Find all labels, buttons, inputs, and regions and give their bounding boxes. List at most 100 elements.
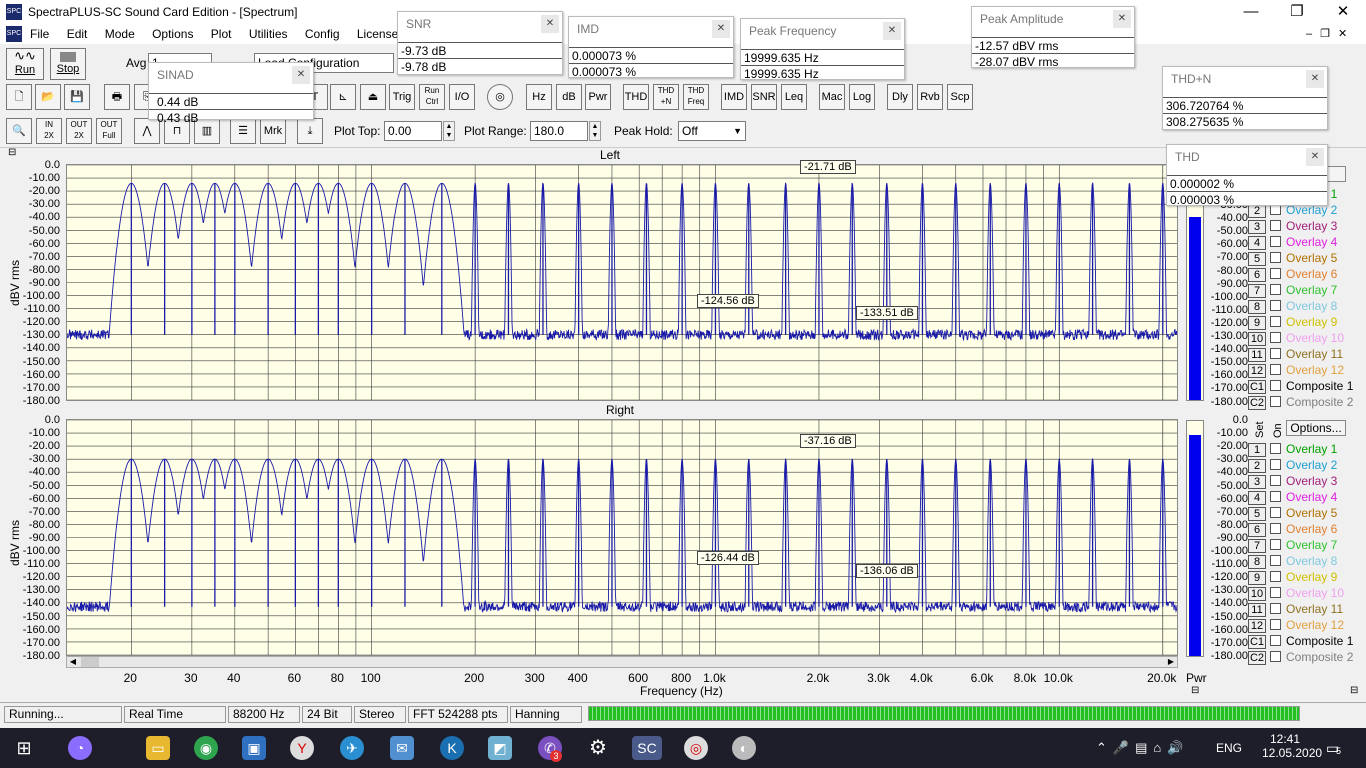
overlay-row[interactable]: C1 Composite 1	[1248, 378, 1353, 394]
menu-mode[interactable]: Mode	[105, 27, 135, 41]
overlay-checkbox[interactable]	[1270, 236, 1281, 247]
yandex-icon[interactable]: Y	[290, 736, 314, 760]
menu-file[interactable]: File	[30, 27, 49, 41]
zoom-in-2x-icon[interactable]: IN 2X	[36, 118, 62, 144]
horizontal-scrollbar[interactable]: ◀ ▶	[66, 656, 1178, 668]
collapse-overlay-icon[interactable]: ⊟	[1350, 685, 1358, 696]
right-marker-2[interactable]: -126.44 dB	[697, 551, 759, 565]
print-icon[interactable]: 🖶	[104, 84, 130, 110]
menu-config[interactable]: Config	[305, 27, 340, 41]
overlay-checkbox[interactable]	[1270, 284, 1281, 295]
zoom-out-2x-icon[interactable]: OUT 2X	[66, 118, 92, 144]
scroll-left-icon[interactable]: ◀	[67, 657, 79, 667]
overlay-row[interactable]: 7 Overlay 7	[1248, 537, 1337, 553]
overlay-checkbox[interactable]	[1270, 587, 1281, 598]
close-icon[interactable]: ✕	[1306, 148, 1324, 166]
spectrum-icon[interactable]: ⊾	[330, 84, 356, 110]
overlay-checkbox[interactable]	[1270, 555, 1281, 566]
generator-icon[interactable]: ◎	[487, 84, 513, 110]
snr-button[interactable]: SNR	[751, 84, 777, 110]
zoom-icon[interactable]: 🔍	[6, 118, 32, 144]
left-marker-2[interactable]: -124.56 dB	[697, 294, 759, 308]
scp-button[interactable]: Scp	[947, 84, 973, 110]
overlay-row[interactable]: 1 Overlay 1	[1248, 441, 1337, 457]
peak-hold-select[interactable]: Off ▼	[678, 121, 746, 141]
overlay-set-button[interactable]: 8	[1248, 300, 1266, 314]
imd-button[interactable]: IMD	[721, 84, 747, 110]
close-icon[interactable]: ✕	[1113, 10, 1131, 28]
bird-icon[interactable]: ✈	[340, 736, 364, 760]
overlay-set-button[interactable]: 6	[1248, 268, 1266, 282]
plot-range-spinner[interactable]: ▲ ▼	[589, 121, 601, 141]
overlay-row[interactable]: 5 Overlay 5	[1248, 505, 1337, 521]
overlay-set-button[interactable]: 7	[1248, 284, 1266, 298]
thdn-button[interactable]: THD +N	[653, 84, 679, 110]
overlay-row[interactable]: 7 Overlay 7	[1248, 282, 1337, 298]
overlay-row[interactable]: 10 Overlay 10	[1248, 585, 1344, 601]
collapse-icon[interactable]: ⊟	[8, 148, 16, 158]
overlay-row[interactable]: C2 Composite 2	[1248, 394, 1353, 410]
scroll-right-icon[interactable]: ▶	[1165, 657, 1177, 667]
overlay-set-button[interactable]: 10	[1248, 587, 1266, 601]
overlay-checkbox[interactable]	[1270, 252, 1281, 263]
overlay-set-button[interactable]: C1	[1248, 380, 1266, 394]
menu-utilities[interactable]: Utilities	[249, 27, 288, 41]
overlay-row[interactable]: 12 Overlay 12	[1248, 362, 1344, 378]
overlay-row[interactable]: 5 Overlay 5	[1248, 250, 1337, 266]
overlay-checkbox[interactable]	[1270, 380, 1281, 391]
overlay-row[interactable]: 9 Overlay 9	[1248, 314, 1337, 330]
overlay-checkbox[interactable]	[1270, 300, 1281, 311]
log-button[interactable]: Log	[849, 84, 875, 110]
clock[interactable]: 12:41 12.05.2020	[1262, 732, 1322, 760]
left-plot-area[interactable]	[66, 164, 1178, 401]
right-marker-1[interactable]: -37.16 dB	[800, 434, 856, 448]
overlay-checkbox[interactable]	[1270, 523, 1281, 534]
overlay-checkbox[interactable]	[1270, 491, 1281, 502]
open-icon[interactable]: 📂	[35, 84, 61, 110]
k-icon[interactable]: K	[440, 736, 464, 760]
overlay-set-button[interactable]: 11	[1248, 603, 1266, 617]
overlay-set-button[interactable]: C2	[1248, 396, 1266, 410]
close-icon[interactable]: ✕	[883, 22, 901, 40]
overlay-set-button[interactable]: 10	[1248, 332, 1266, 346]
overlay-row[interactable]: 8 Overlay 8	[1248, 298, 1337, 314]
overlay-row[interactable]: 3 Overlay 3	[1248, 473, 1337, 489]
save-app-icon[interactable]: ▣	[242, 736, 266, 760]
overlay-checkbox[interactable]	[1270, 364, 1281, 375]
overlay-row[interactable]: C1 Composite 1	[1248, 633, 1353, 649]
overlay-checkbox[interactable]	[1270, 651, 1281, 662]
overlay-checkbox[interactable]	[1270, 635, 1281, 646]
chrome-icon[interactable]: ◉	[194, 736, 218, 760]
overlay-set-button[interactable]: 8	[1248, 555, 1266, 569]
overlay-checkbox[interactable]	[1270, 603, 1281, 614]
overlay-row[interactable]: 11 Overlay 11	[1248, 346, 1343, 362]
filter-icon[interactable]: ⏏	[360, 84, 386, 110]
overlay-set-button[interactable]: C2	[1248, 651, 1266, 665]
overlay-row[interactable]: 12 Overlay 12	[1248, 617, 1344, 633]
leq-button[interactable]: Leq	[781, 84, 807, 110]
db-button[interactable]: dB	[556, 84, 582, 110]
settings-gear-icon[interactable]: ⚙	[586, 736, 610, 760]
overlay-checkbox[interactable]	[1270, 332, 1281, 343]
windows-start-icon[interactable]: ⊞	[12, 736, 36, 760]
minimize-button[interactable]: —	[1228, 0, 1274, 24]
plot-range-field[interactable]: 180.0	[530, 121, 588, 141]
overlay-checkbox[interactable]	[1270, 268, 1281, 279]
overlay-set-button[interactable]: 3	[1248, 475, 1266, 489]
right-options-button[interactable]: Options...	[1286, 420, 1346, 436]
overlay-row[interactable]: C2 Composite 2	[1248, 649, 1353, 665]
overlay-row[interactable]: 4 Overlay 4	[1248, 234, 1337, 250]
overlay-set-button[interactable]: 2	[1248, 459, 1266, 473]
overlay-checkbox[interactable]	[1270, 459, 1281, 470]
overlay-checkbox[interactable]	[1270, 443, 1281, 454]
close-icon[interactable]: ✕	[1306, 70, 1324, 88]
mail-icon[interactable]: ✉	[390, 736, 414, 760]
overlay-set-button[interactable]: 4	[1248, 236, 1266, 250]
overlay-set-button[interactable]: C1	[1248, 635, 1266, 649]
misc-app-icon[interactable]: ◐	[732, 736, 756, 760]
overlay-checkbox[interactable]	[1270, 220, 1281, 231]
overlay-row[interactable]: 3 Overlay 3	[1248, 218, 1337, 234]
overlay-checkbox[interactable]	[1270, 396, 1281, 407]
new-icon[interactable]: 🗋	[6, 84, 32, 110]
overlay-checkbox[interactable]	[1270, 619, 1281, 630]
